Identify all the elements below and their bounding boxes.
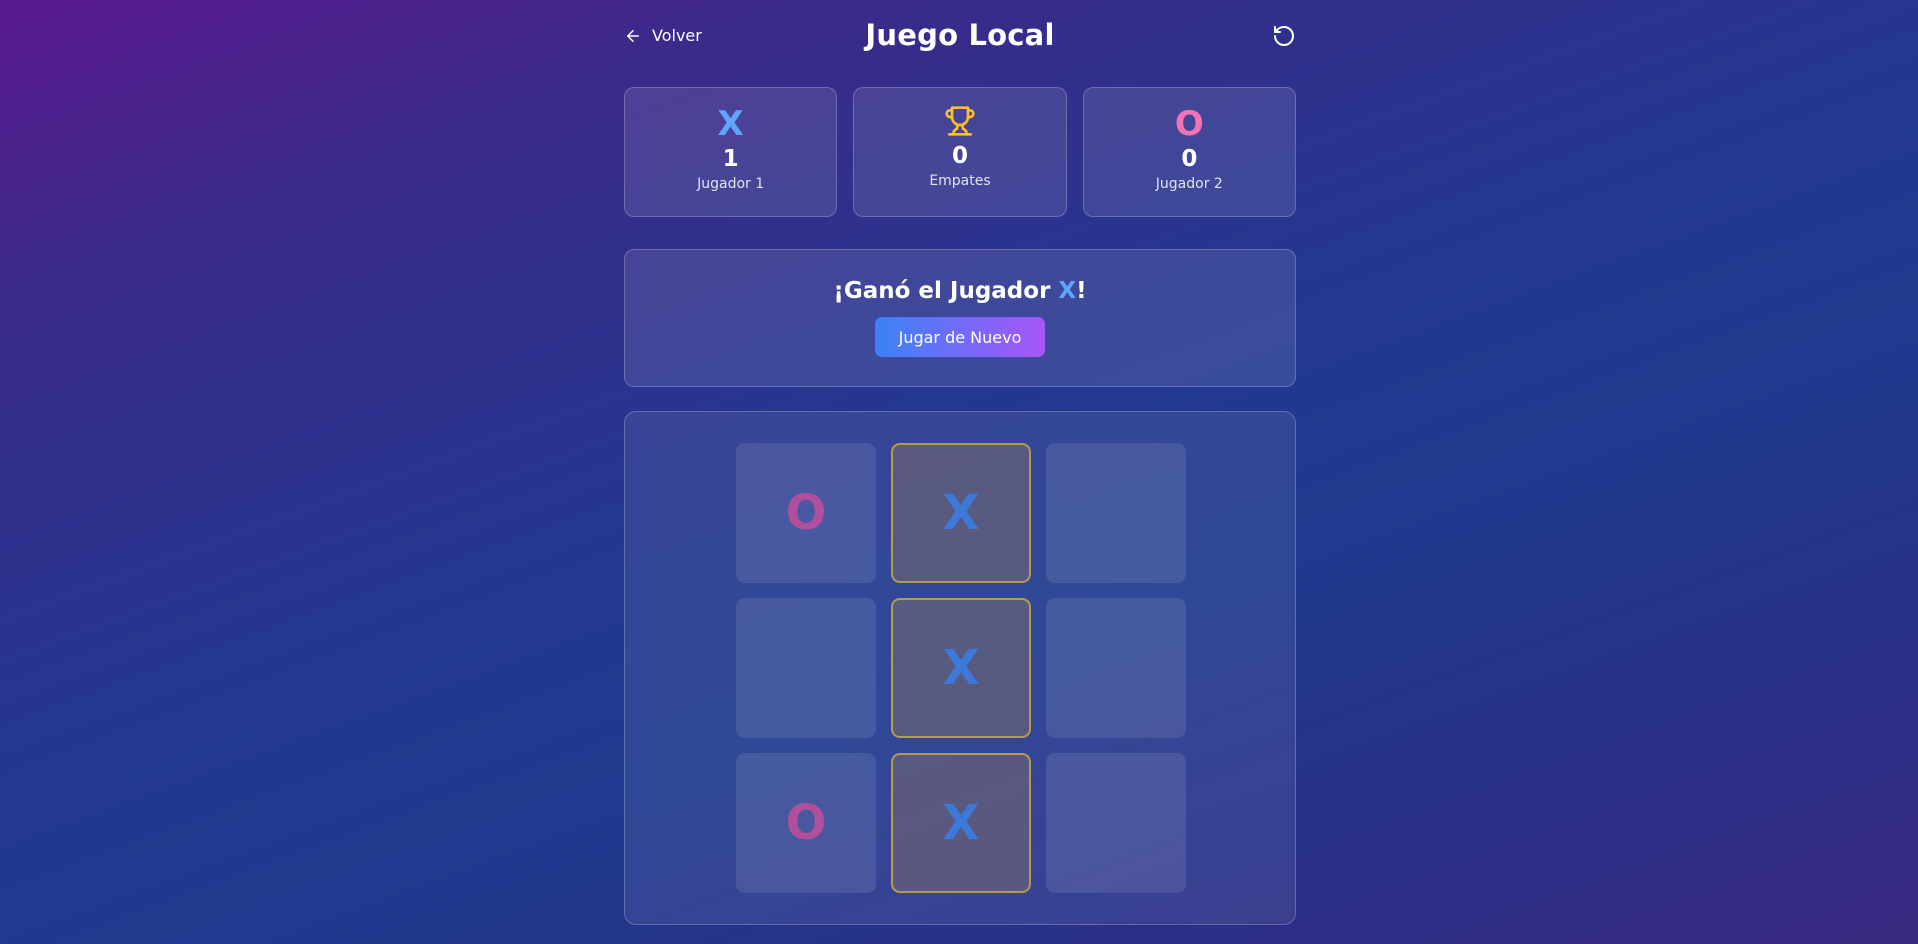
winner-prefix: ¡Ganó el Jugador: [833, 278, 1059, 304]
game-container: Volver Juego Local X 1 Jugador 1 0 Empat…: [624, 0, 1296, 925]
board-cell[interactable]: X: [891, 598, 1031, 738]
board-cell[interactable]: [1046, 443, 1186, 583]
cell-mark: X: [942, 640, 980, 696]
board-cell[interactable]: O: [736, 753, 876, 893]
score-card-player1: X 1 Jugador 1: [624, 87, 838, 217]
score-card-draws: 0 Empates: [853, 87, 1067, 217]
player1-symbol: X: [717, 104, 744, 144]
board-cell[interactable]: [1046, 753, 1186, 893]
player1-label: Jugador 1: [697, 176, 765, 192]
player2-symbol: O: [1174, 104, 1204, 144]
trophy-icon: [945, 106, 975, 136]
cell-mark: X: [942, 795, 980, 851]
draws-score: 0: [951, 143, 968, 169]
player2-label: Jugador 2: [1155, 176, 1223, 192]
draws-label: Empates: [929, 173, 991, 189]
rotate-ccw-icon[interactable]: [1272, 24, 1296, 48]
play-again-button[interactable]: Jugar de Nuevo: [874, 317, 1046, 357]
cell-mark: O: [785, 485, 827, 541]
winner-message: ¡Ganó el Jugador X!: [833, 278, 1086, 304]
cell-mark: X: [942, 485, 980, 541]
game-board: O X X O X: [736, 443, 1186, 893]
board-cell[interactable]: X: [891, 753, 1031, 893]
scoreboard: X 1 Jugador 1 0 Empates O 0 Jugador 2: [624, 87, 1296, 217]
score-card-player2: O 0 Jugador 2: [1082, 87, 1296, 217]
top-bar: Volver Juego Local: [624, 0, 1296, 76]
board-cell[interactable]: X: [891, 443, 1031, 583]
board-cell[interactable]: [1046, 598, 1186, 738]
page-title: Juego Local: [865, 18, 1055, 52]
player2-score: 0: [1181, 146, 1198, 172]
board-cell[interactable]: [736, 598, 876, 738]
cell-mark: O: [785, 795, 827, 851]
result-panel: ¡Ganó el Jugador X! Jugar de Nuevo: [624, 249, 1296, 387]
board-panel: O X X O X: [624, 411, 1296, 925]
winner-symbol: X: [1058, 278, 1077, 304]
winner-suffix: !: [1076, 278, 1087, 304]
player1-score: 1: [722, 146, 739, 172]
board-cell[interactable]: O: [736, 443, 876, 583]
